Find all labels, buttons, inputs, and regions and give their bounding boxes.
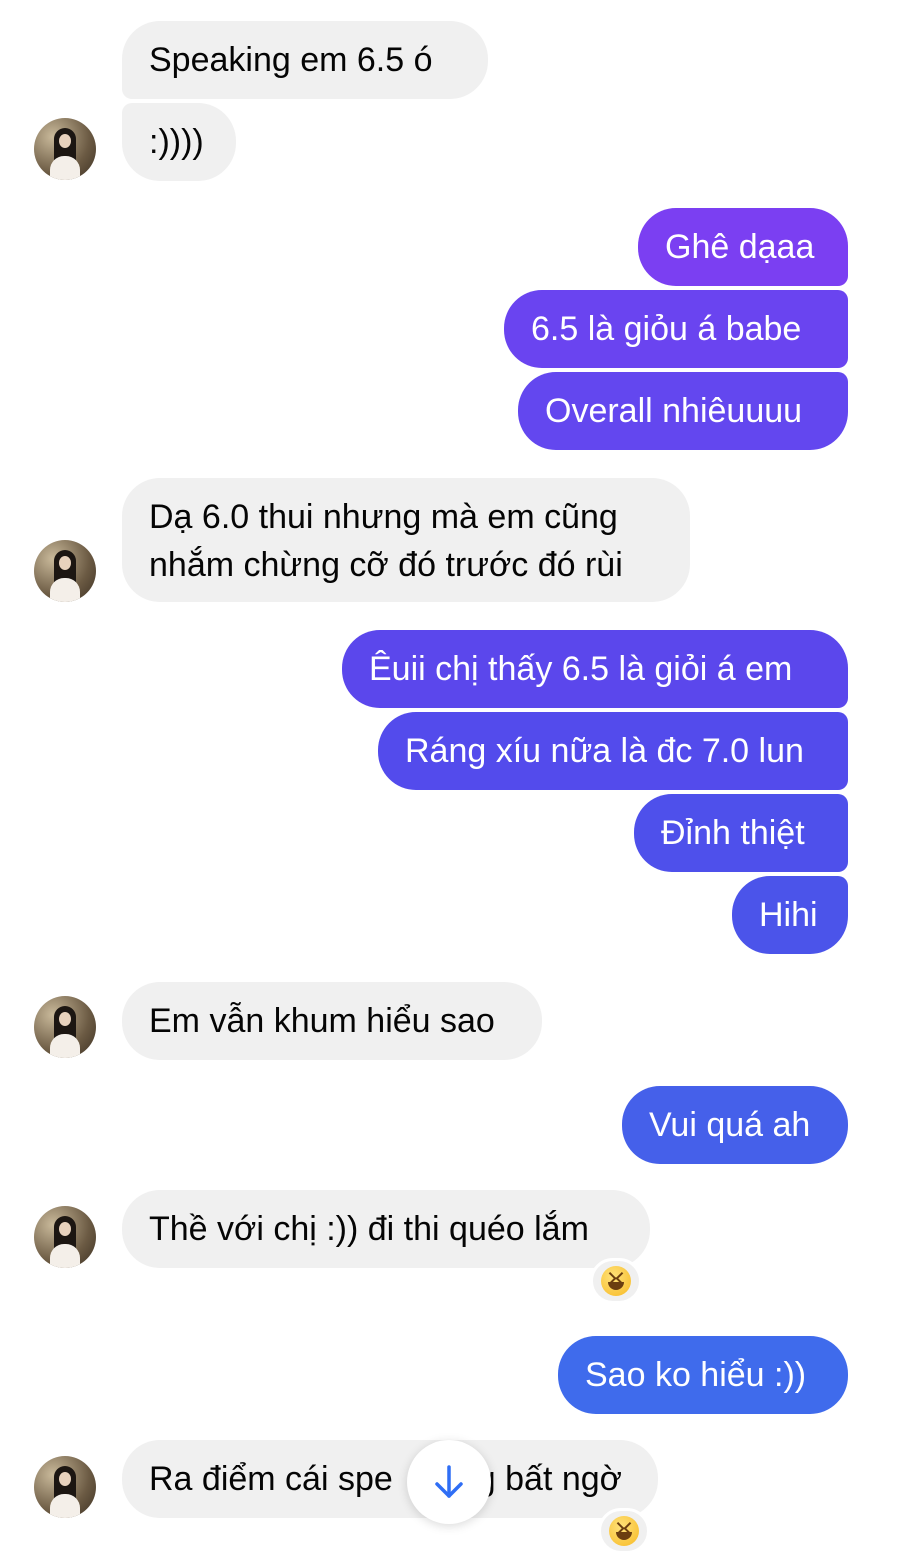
message-text: Sao ko hiểu :)) [585,1356,807,1394]
incoming-message[interactable]: Dạ 6.0 thui nhưng mà em cũng nhắm chừng … [122,478,690,602]
contact-avatar[interactable] [34,118,96,180]
message-text: Ráng xíu nữa là đc 7.0 lun [405,732,804,770]
message-text: Ra điểm cái spe [149,1460,393,1498]
outgoing-message[interactable]: Overall nhiêuuuu [518,372,848,450]
message-text: Thề với chị :)) đi thi quéo lắm [149,1210,589,1248]
message-reaction[interactable] [598,1508,650,1552]
message-text: Êuii chị thấy 6.5 là giỏi á em [369,650,793,688]
outgoing-message[interactable]: Sao ko hiểu :)) [558,1336,848,1414]
outgoing-message[interactable]: Ghê dạaa [638,208,848,286]
incoming-message[interactable]: :)))) [122,103,236,181]
outgoing-message[interactable]: Đỉnh thiệt [634,794,848,872]
message-text: Vui quá ah [649,1106,811,1144]
incoming-message[interactable]: Em vẫn khum hiểu sao [122,982,542,1060]
outgoing-message[interactable]: Êuii chị thấy 6.5 là giỏi á em [342,630,848,708]
incoming-message[interactable]: Thề với chị :)) đi thi quéo lắm [122,1190,650,1268]
message-text: Speaking em 6.5 ó [149,41,433,79]
message-text-line: nhắm chừng cỡ đó trước đó rùi [149,546,623,584]
outgoing-message[interactable]: Ráng xíu nữa là đc 7.0 lun [378,712,848,790]
arrow-down-icon [435,1465,463,1498]
laughing-emoji-icon [601,1266,631,1296]
message-text: Đỉnh thiệt [661,814,805,852]
contact-avatar[interactable] [34,540,96,602]
message-text: Overall nhiêuuuu [545,392,803,430]
message-text-line: Dạ 6.0 thui nhưng mà em cũng [149,498,618,536]
contact-avatar[interactable] [34,1456,96,1518]
scroll-to-bottom-button[interactable] [407,1440,491,1524]
message-text: Em vẫn khum hiểu sao [149,1002,495,1040]
outgoing-message[interactable]: Hihi [732,876,848,954]
message-reaction[interactable] [590,1258,642,1304]
message-text: Hihi [759,896,818,934]
outgoing-message[interactable]: 6.5 là giỏu á babe [504,290,848,368]
incoming-message[interactable]: Speaking em 6.5 ó [122,21,488,99]
chat-thread[interactable]: Speaking em 6.5 ó :)))) Ghê dạaa 6.5 là … [0,0,900,1552]
message-text: g bất ngờ [476,1460,622,1498]
contact-avatar[interactable] [34,996,96,1058]
message-text: :)))) [149,123,204,161]
message-text: 6.5 là giỏu á babe [531,310,802,348]
incoming-message[interactable]: Ra điểm cái spe g bất ngờ [122,1440,658,1518]
laughing-emoji-icon [609,1516,639,1546]
message-text: Ghê dạaa [665,228,815,266]
contact-avatar[interactable] [34,1206,96,1268]
outgoing-message[interactable]: Vui quá ah [622,1086,848,1164]
